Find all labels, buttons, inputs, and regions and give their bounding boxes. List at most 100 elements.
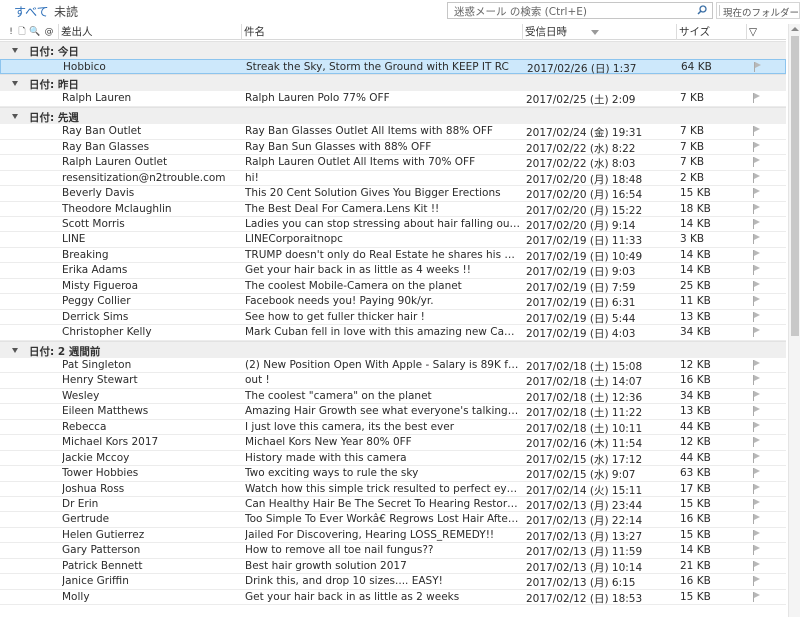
item-type-icon[interactable]: 🗋 bbox=[17, 26, 27, 38]
message-row[interactable]: Beverly Davis This 20 Cent Solution Gives… bbox=[0, 186, 786, 202]
flag-icon[interactable] bbox=[751, 265, 763, 276]
search-scope-dropdown[interactable]: 現在のフォルダー bbox=[716, 2, 800, 19]
flag-icon[interactable] bbox=[751, 529, 763, 541]
flag-icon[interactable] bbox=[751, 576, 763, 587]
message-row[interactable]: Rebecca I just love this camera, its the … bbox=[0, 420, 786, 436]
message-row[interactable]: Jackie Mccoy History made with this camer… bbox=[0, 451, 786, 467]
message-row[interactable]: Misty Figueroa The coolest Mobile-Camera … bbox=[0, 279, 786, 295]
flag-icon[interactable] bbox=[751, 141, 763, 153]
collapse-triangle-icon[interactable] bbox=[12, 113, 18, 119]
flag-icon[interactable] bbox=[751, 188, 763, 199]
flag-icon[interactable] bbox=[751, 203, 763, 215]
filter-all-tab[interactable]: すべて bbox=[14, 3, 49, 20]
message-row[interactable]: resensitization@n2trouble.com hi! 2017/02/… bbox=[0, 171, 786, 187]
flag-icon[interactable] bbox=[751, 126, 763, 137]
flag-icon[interactable] bbox=[751, 390, 763, 402]
flag-icon[interactable] bbox=[751, 327, 763, 338]
attachment-icon[interactable]: @ bbox=[43, 26, 55, 38]
message-row[interactable]: Ray Ban Outlet Ray Ban Glasses Outlet All… bbox=[0, 124, 786, 140]
group-header[interactable]: 日付: 先週 bbox=[0, 106, 786, 125]
message-row[interactable]: Scott Morris Ladies you can stop stressin… bbox=[0, 217, 786, 233]
collapse-triangle-icon[interactable] bbox=[12, 80, 18, 86]
flag-icon[interactable] bbox=[751, 421, 763, 433]
vertical-scrollbar[interactable] bbox=[788, 24, 800, 617]
column-from[interactable]: 差出人 bbox=[58, 24, 241, 40]
column-flag[interactable]: ▽ bbox=[746, 24, 786, 40]
message-row[interactable]: Wesley The coolest "camera" on the planet… bbox=[0, 389, 786, 405]
flag-icon[interactable] bbox=[751, 545, 763, 556]
filter-unread-tab[interactable]: 未読 bbox=[54, 3, 78, 20]
message-row[interactable]: Gary Patterson How to remove all toe nail… bbox=[0, 543, 786, 559]
flag-icon[interactable] bbox=[751, 591, 763, 603]
received-date: 2017/02/24 (金) 19:31 bbox=[526, 127, 643, 140]
message-row[interactable]: Dr Erin Can Healthy Hair Be The Secret To… bbox=[0, 497, 786, 513]
importance-icon[interactable]: ! bbox=[8, 26, 14, 38]
flag-icon[interactable] bbox=[751, 280, 763, 292]
flag-icon[interactable] bbox=[751, 514, 763, 525]
scroll-up-icon[interactable] bbox=[791, 27, 799, 31]
message-row[interactable]: Peggy Collier Facebook needs you! Paying … bbox=[0, 294, 786, 310]
flag-icon[interactable] bbox=[751, 219, 763, 230]
reminder-icon[interactable]: 🔍 bbox=[29, 26, 41, 38]
message-row[interactable]: Joshua Ross Watch how this simple trick r… bbox=[0, 482, 786, 497]
column-received[interactable]: 受信日時 bbox=[522, 24, 676, 40]
message-row[interactable]: Patrick Bennett Best hair growth solution… bbox=[0, 559, 786, 575]
message-row[interactable]: Henry Stewart out ! 2017/02/18 (土) 14:07 16… bbox=[0, 373, 786, 389]
flag-icon[interactable] bbox=[751, 468, 763, 479]
flag-icon[interactable] bbox=[751, 311, 763, 323]
flag-icon[interactable] bbox=[751, 360, 763, 371]
message-row[interactable]: Helen Gutierrez Jailed For Discovering, H… bbox=[0, 528, 786, 544]
flag-icon[interactable] bbox=[751, 406, 763, 417]
message-row[interactable]: Theodore Mclaughlin The Best Deal For Cam… bbox=[0, 202, 786, 217]
message-row[interactable]: Hobbico Streak the Sky, Storm the Ground … bbox=[0, 58, 786, 75]
received-date: 2017/02/19 (日) 4:03 bbox=[526, 328, 636, 341]
message-row[interactable]: Gertrude Too Simple To Ever Workâ€ Regrow… bbox=[0, 512, 786, 528]
message-row[interactable]: Derrick Sims See how to get fuller thicke… bbox=[0, 310, 786, 326]
flag-icon[interactable] bbox=[751, 249, 763, 261]
group-label: 日付: 先週 bbox=[29, 111, 79, 124]
message-row[interactable]: Christopher Kelly Mark Cuban fell in love… bbox=[0, 325, 786, 341]
message-row[interactable]: Breaking TRUMP doesn't only do Real Estat… bbox=[0, 248, 786, 264]
flag-icon[interactable] bbox=[751, 375, 763, 386]
message-row[interactable]: Tower Hobbies Two exciting ways to rule t… bbox=[0, 466, 786, 482]
scroll-thumb[interactable] bbox=[791, 36, 799, 336]
flag-icon[interactable] bbox=[751, 437, 763, 448]
group-header[interactable]: 日付: 2 週間前 bbox=[0, 340, 786, 358]
search-placeholder: 迷惑メール の検索 (Ctrl+E) bbox=[454, 6, 587, 18]
flag-icon[interactable] bbox=[751, 296, 763, 307]
received-date: 2017/02/15 (水) 9:07 bbox=[526, 469, 636, 482]
flag-icon[interactable] bbox=[751, 157, 763, 168]
received-date: 2017/02/13 (月) 13:27 bbox=[526, 530, 643, 543]
subject: The coolest Mobile-Camera on the planet bbox=[245, 279, 462, 292]
message-row[interactable]: Pat Singleton (2) New Position Open With … bbox=[0, 358, 786, 374]
message-row[interactable]: Eileen Matthews Amazing Hair Growth see w… bbox=[0, 404, 786, 420]
search-icon[interactable] bbox=[697, 5, 707, 15]
flag-icon[interactable] bbox=[751, 483, 763, 495]
flag-icon[interactable] bbox=[751, 452, 763, 464]
message-row[interactable]: Molly Get your hair back in as little as … bbox=[0, 590, 786, 605]
search-box[interactable]: 迷惑メール の検索 (Ctrl+E) bbox=[447, 2, 713, 19]
flag-icon[interactable] bbox=[752, 61, 764, 73]
message-size: 64 KB bbox=[681, 60, 712, 73]
message-row[interactable]: Ralph Lauren Ralph Lauren Polo 77% OFF 201… bbox=[0, 91, 786, 107]
message-row[interactable]: Ray Ban Glasses Ray Ban Sun Glasses with … bbox=[0, 140, 786, 156]
column-size[interactable]: サイズ bbox=[676, 24, 746, 40]
flag-icon[interactable] bbox=[751, 234, 763, 245]
message-row[interactable]: Michael Kors 2017 Michael Kors New Year 8… bbox=[0, 435, 786, 451]
message-row[interactable]: Janice Griffin Drink this, and drop 10 si… bbox=[0, 574, 786, 590]
flag-icon[interactable] bbox=[751, 93, 763, 104]
search-scope-label: 現在のフォルダー bbox=[723, 8, 800, 19]
group-header[interactable]: 日付: 昨日 bbox=[0, 73, 786, 92]
collapse-triangle-icon[interactable] bbox=[12, 347, 18, 353]
message-row[interactable]: LINE LINECorporaitnopc 2017/02/19 (日) 11:3… bbox=[0, 232, 786, 248]
message-row[interactable]: Ralph Lauren Outlet Ralph Lauren Outlet A… bbox=[0, 155, 786, 171]
subject: Ralph Lauren Polo 77% OFF bbox=[245, 92, 390, 105]
collapse-triangle-icon[interactable] bbox=[12, 48, 18, 53]
column-subject[interactable]: 件名 bbox=[241, 24, 522, 40]
flag-icon[interactable] bbox=[751, 560, 763, 572]
flag-icon[interactable] bbox=[751, 498, 763, 510]
message-row[interactable]: Erika Adams Get your hair back in as litt… bbox=[0, 263, 786, 279]
sender: Helen Gutierrez bbox=[62, 528, 145, 541]
group-header[interactable]: 日付: 今日 bbox=[0, 41, 786, 59]
flag-icon[interactable] bbox=[751, 172, 763, 184]
